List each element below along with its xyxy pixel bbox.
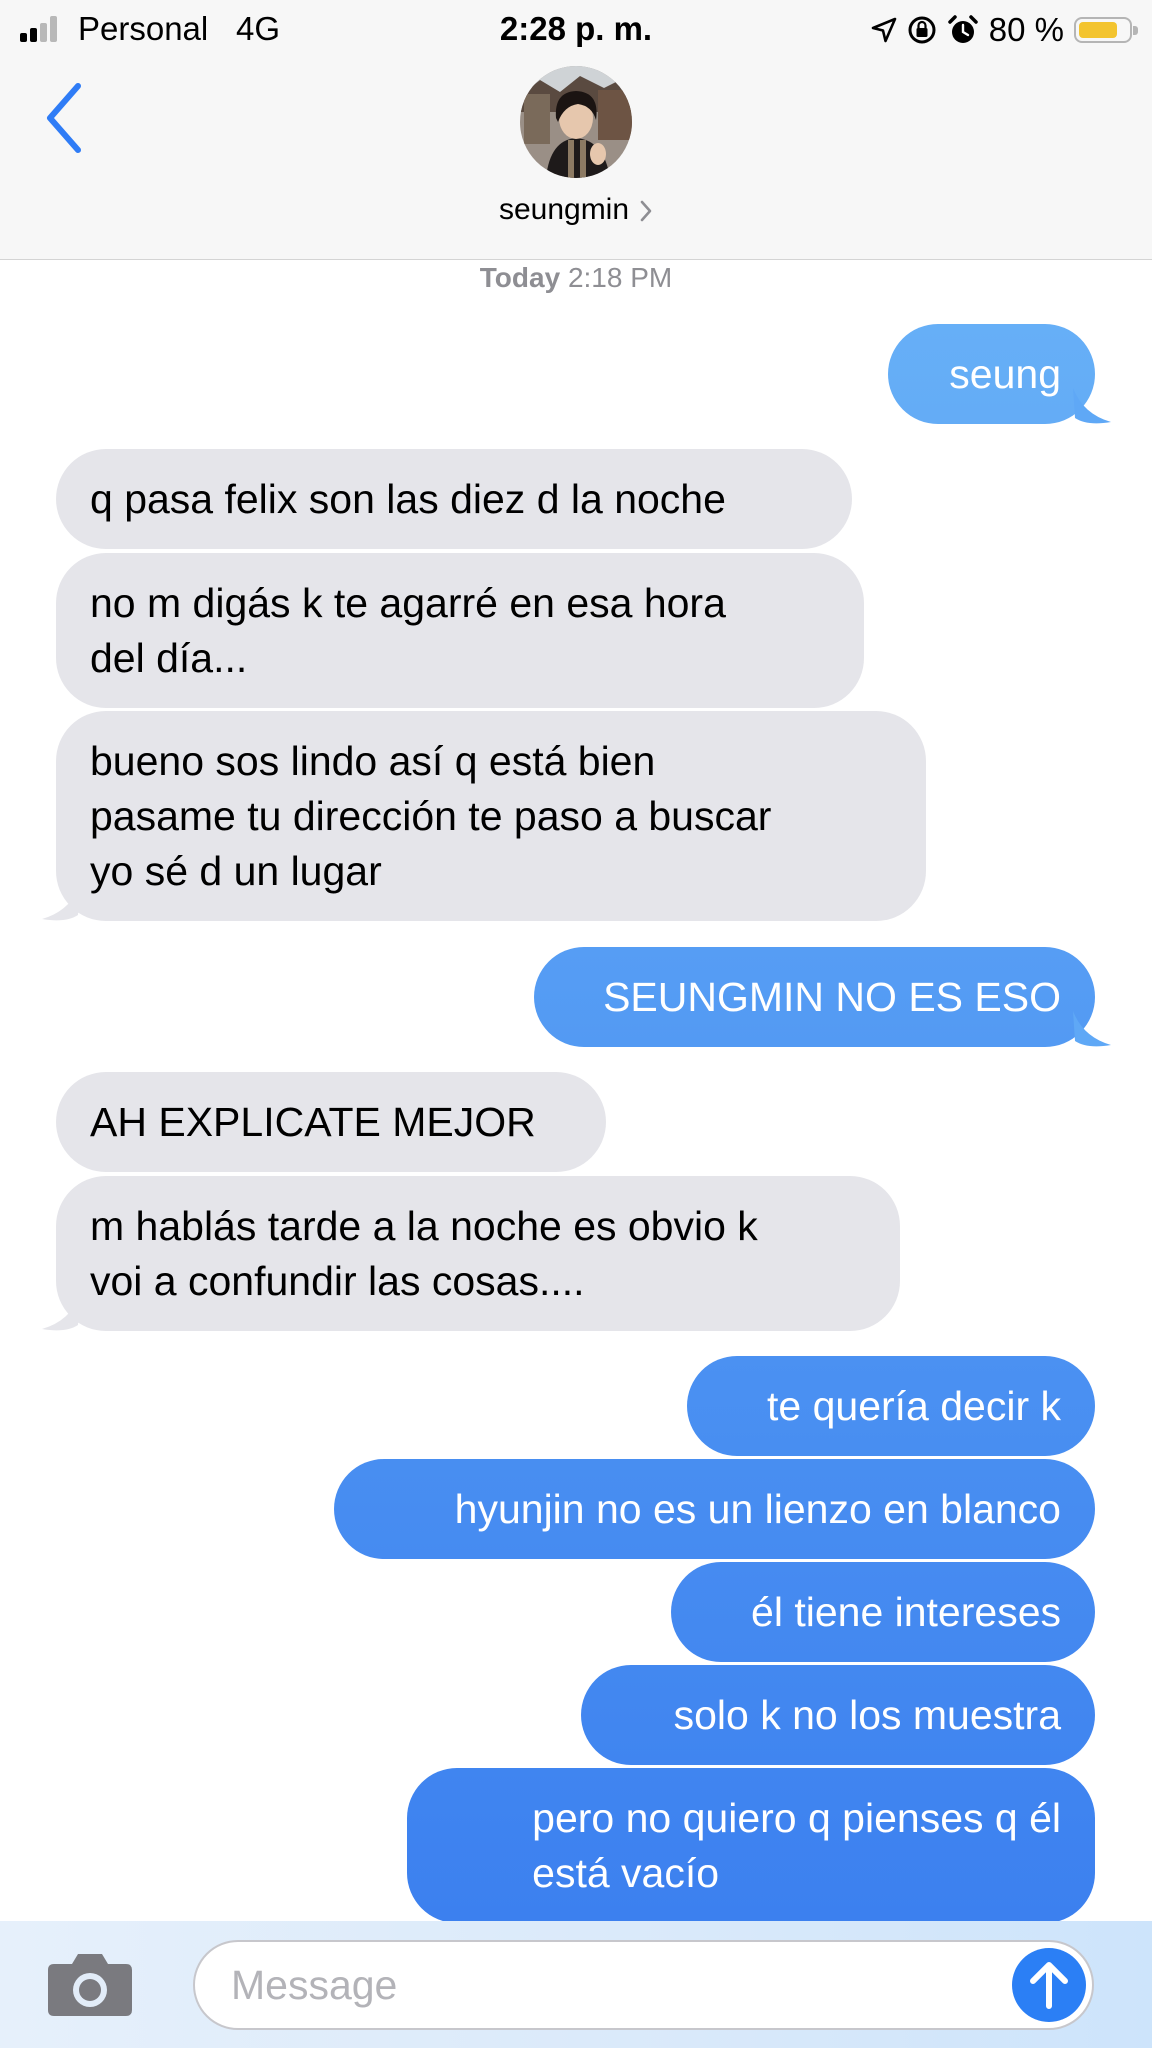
location-arrow-icon: [871, 17, 897, 43]
message-text-line: q pasa felix son las diez d la noche: [90, 475, 726, 522]
contact-avatar[interactable]: [520, 66, 632, 178]
incoming-message[interactable]: AH EXPLICATE MEJOR: [56, 1072, 606, 1172]
chevron-left-icon: [47, 83, 81, 153]
outgoing-message[interactable]: te quería decir k: [687, 1356, 1095, 1456]
outgoing-message[interactable]: pero no quiero q pienses q él está vacío: [407, 1768, 1095, 1923]
message-text-line: seung: [949, 350, 1061, 397]
message-text-line: él tiene intereses: [751, 1588, 1061, 1635]
outgoing-message[interactable]: SEUNGMIN NO ES ESO: [534, 947, 1095, 1047]
rotation-lock-icon: [908, 16, 936, 44]
message-text-line: no m digás k te agarré en esa hora: [90, 579, 726, 626]
message-text-line: pero no quiero q pienses q él: [532, 1794, 1061, 1841]
message-text-line: m hablás tarde a la noche es obvio k: [90, 1202, 758, 1249]
send-button[interactable]: [1012, 1948, 1086, 2022]
outgoing-message[interactable]: seung: [888, 324, 1095, 424]
send-arrow-up-icon: [1030, 1962, 1068, 2009]
status-bar: Personal 4G 2:28 p. m. 80 %: [0, 0, 1152, 58]
outgoing-message[interactable]: él tiene intereses: [671, 1562, 1095, 1662]
battery-icon: [1074, 17, 1138, 43]
message-text-line: bueno sos lindo así q está bien: [90, 737, 656, 784]
battery-percentage: 80 %: [988, 11, 1064, 48]
message-text-line: del día...: [90, 634, 248, 681]
message-text-line: hyunjin no es un lienzo en blanco: [454, 1485, 1061, 1532]
timestamp-day: Today: [479, 262, 561, 293]
message-text-line: pasame tu dirección te paso a buscar: [90, 792, 772, 839]
message-text-line: te quería decir k: [767, 1382, 1061, 1429]
incoming-message[interactable]: no m digás k te agarré en esa hora del dí…: [56, 553, 864, 708]
message-field[interactable]: [193, 1940, 1094, 2030]
message-text-line: solo k no los muestra: [673, 1691, 1061, 1738]
chevron-right-icon: [640, 200, 652, 222]
timestamp-time: 2:18 PM: [567, 262, 673, 293]
composer-bar: [0, 1921, 1152, 2048]
message-text-line: SEUNGMIN NO ES ESO: [603, 973, 1061, 1020]
alarm-icon: [948, 15, 978, 43]
camera-button[interactable]: [46, 1952, 134, 2018]
incoming-message[interactable]: bueno sos lindo así q está bien pasame tu…: [56, 711, 926, 921]
battery-level-fill: [1079, 22, 1117, 38]
camera-icon: [48, 1954, 132, 2016]
back-button[interactable]: [38, 78, 98, 158]
message-text-line: está vacío: [532, 1849, 720, 1896]
outgoing-message[interactable]: hyunjin no es un lienzo en blanco: [334, 1459, 1095, 1559]
incoming-message[interactable]: m hablás tarde a la noche es obvio k voi …: [56, 1176, 900, 1331]
message-text-line: AH EXPLICATE MEJOR: [90, 1098, 536, 1145]
message-text-line: voi a confundir las cosas....: [90, 1257, 585, 1304]
incoming-message[interactable]: q pasa felix son las diez d la noche: [56, 449, 852, 549]
conversation-header: seungmin: [0, 58, 1152, 260]
message-text-line: yo sé d un lugar: [90, 847, 382, 894]
outgoing-message[interactable]: solo k no los muestra: [581, 1665, 1095, 1765]
contact-name-button[interactable]: seungmin: [0, 190, 1152, 230]
contact-name: seungmin: [498, 193, 630, 226]
message-input[interactable]: [231, 1956, 991, 2014]
status-right-group: 80 %: [871, 10, 1138, 50]
thread-timestamp: Today 2:18 PM: [0, 260, 1152, 296]
